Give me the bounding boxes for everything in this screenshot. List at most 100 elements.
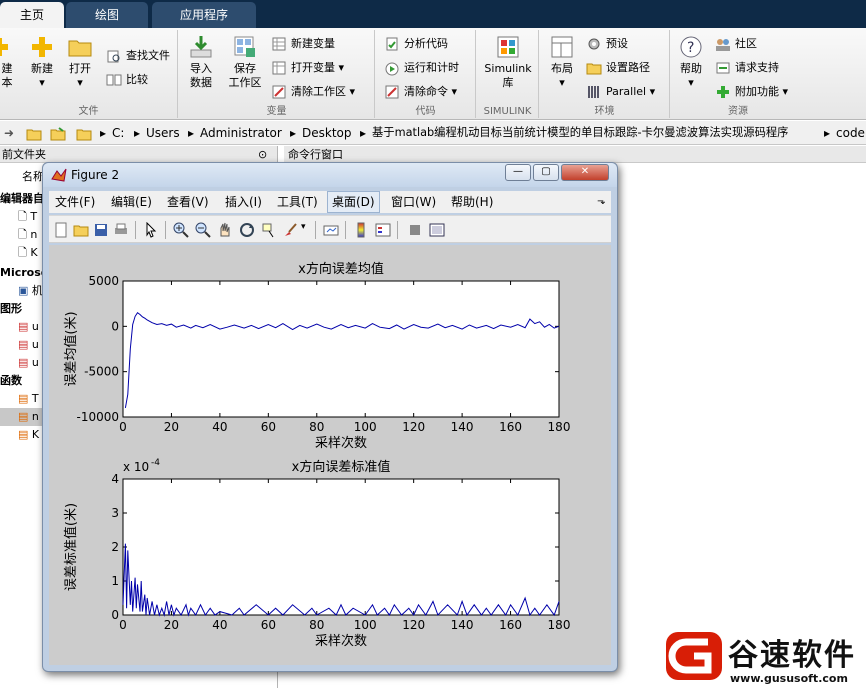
rotate-icon[interactable]	[239, 222, 255, 238]
import-data-button[interactable]: 导入 数据	[181, 34, 221, 90]
list-item[interactable]: ▤ u	[18, 318, 39, 336]
new-figure-icon[interactable]	[53, 222, 69, 238]
name-column-header[interactable]: 名称	[22, 168, 44, 186]
tab-apps[interactable]: 应用程序	[152, 2, 256, 28]
breadcrumb-users[interactable]: Users	[146, 121, 180, 145]
hide-plot-tools-icon[interactable]	[407, 222, 423, 238]
menu-desktop[interactable]: 桌面(D)	[327, 191, 380, 213]
list-item[interactable]: ▤ K	[18, 426, 39, 444]
breadcrumb-code[interactable]: code	[836, 121, 865, 145]
menu-insert[interactable]: 插入(I)	[221, 191, 266, 213]
current-folder-title: 前文件夹	[2, 148, 46, 161]
command-window-header: 命令行窗口	[284, 146, 866, 163]
set-path-button[interactable]: 设置路径	[586, 58, 650, 78]
browse-folder-icon[interactable]	[50, 121, 66, 145]
dock-arrow-icon[interactable]: ⬎	[593, 191, 609, 213]
breadcrumb-project-folder[interactable]: 基于matlab编程机动目标当前统计模型的单目标跟踪-卡尔曼滤波算法实现源码程序	[372, 121, 788, 145]
menu-tools[interactable]: 工具(T)	[273, 191, 322, 213]
open-file-icon[interactable]	[73, 222, 89, 238]
print-icon[interactable]	[113, 222, 129, 238]
simulink-section-label: SIMULINK	[483, 106, 532, 117]
tab-home[interactable]: 主页	[0, 2, 64, 28]
y-tick-label: 0	[111, 608, 119, 622]
preferences-button[interactable]: 预设	[586, 34, 628, 54]
tab-plots[interactable]: 绘图	[66, 2, 148, 28]
parallel-button[interactable]: Parallel ▾	[586, 82, 655, 102]
breadcrumb-administrator[interactable]: Administrator	[200, 121, 282, 145]
file-section-label: 文件	[78, 106, 99, 117]
help-button[interactable]: ? 帮助 ▾	[673, 34, 709, 90]
menu-view[interactable]: 查看(V)	[163, 191, 213, 213]
run-and-time-button[interactable]: 运行和计时	[384, 58, 459, 78]
new-variable-button[interactable]: 新建变量	[271, 34, 335, 54]
zoom-in-icon[interactable]	[173, 222, 189, 238]
list-item[interactable]: ▣ 机	[18, 282, 43, 300]
breadcrumb-drive[interactable]: C:	[112, 121, 124, 145]
compare-button[interactable]: 比较	[106, 70, 148, 90]
list-item-selected[interactable]: ▤ n	[0, 408, 44, 426]
new-script-label-1: 建	[1, 62, 13, 75]
maximize-button[interactable]: ▢	[533, 164, 559, 181]
breadcrumb-desktop[interactable]: Desktop	[302, 121, 352, 145]
new-button[interactable]: 新建 ▾	[24, 34, 60, 90]
data-cursor-icon[interactable]	[261, 222, 277, 238]
figure-titlebar[interactable]: Figure 2 — ▢ ✕	[43, 163, 617, 187]
menu-window[interactable]: 窗口(W)	[387, 191, 440, 213]
find-files-button[interactable]: 查找文件	[106, 46, 170, 66]
pan-icon[interactable]	[217, 222, 233, 238]
colorbar-icon[interactable]	[353, 222, 369, 238]
addons-button[interactable]: 附加功能 ▾	[715, 82, 788, 102]
matlab-logo-icon	[51, 167, 67, 191]
list-item-label: K	[31, 428, 40, 441]
panel-menu-icon[interactable]: ⊙	[258, 146, 267, 163]
save-icon[interactable]	[93, 222, 109, 238]
chevron-down-icon: ▾	[77, 76, 83, 89]
legend-icon[interactable]	[375, 222, 391, 238]
figure-file-icon: ▤	[18, 320, 29, 333]
word-doc-icon: ▣	[18, 284, 29, 297]
file-icon: 🗋	[18, 246, 27, 259]
list-item[interactable]: 🗋 n	[18, 226, 37, 244]
community-button[interactable]: 社区	[715, 34, 757, 54]
clear-commands-button[interactable]: 清除命令 ▾	[384, 82, 457, 102]
minimize-button[interactable]: —	[505, 164, 531, 181]
open-variable-button[interactable]: 打开变量 ▾	[271, 58, 344, 78]
brush-icon[interactable]	[283, 222, 299, 238]
menu-help[interactable]: 帮助(H)	[447, 191, 497, 213]
menu-file[interactable]: 文件(F)	[51, 191, 99, 213]
list-item[interactable]: ▤ u	[18, 354, 39, 372]
close-button[interactable]: ✕	[561, 164, 609, 181]
simulink-library-button[interactable]: Simulink 库	[481, 34, 535, 90]
y-tick-label: 5000	[88, 274, 119, 288]
open-button[interactable]: 打开 ▾	[62, 34, 98, 90]
find-files-label: 查找文件	[126, 49, 170, 62]
list-item[interactable]: 🗋 K	[18, 244, 38, 262]
save-workspace-button[interactable]: 保存 工作区	[223, 34, 267, 90]
x-tick-label: 20	[164, 420, 179, 434]
pointer-icon[interactable]	[143, 221, 159, 238]
request-support-button[interactable]: 请求支持	[715, 58, 779, 78]
code-section: 分析代码 运行和计时 清除命令 ▾ 代码	[376, 30, 476, 118]
analyze-code-button[interactable]: 分析代码	[384, 34, 448, 54]
up-folder-icon[interactable]	[26, 121, 42, 145]
file-icon: 🗋	[18, 228, 27, 241]
back-arrow-icon[interactable]: ➜	[4, 121, 14, 145]
y-tick-label: -10000	[76, 410, 119, 424]
show-plot-tools-icon[interactable]	[429, 222, 445, 238]
mfile-icon: ▤	[18, 428, 29, 441]
chevron-down-icon[interactable]: ▾	[301, 222, 311, 238]
gususoft-logo-icon	[666, 632, 722, 680]
layout-icon	[549, 34, 575, 60]
menu-edit[interactable]: 编辑(E)	[107, 191, 156, 213]
list-item-label: n	[30, 228, 38, 241]
list-item[interactable]: ▤ u	[18, 336, 39, 354]
simulink-label-1: Simulink	[484, 62, 532, 75]
link-plot-icon[interactable]	[323, 222, 339, 238]
clear-workspace-button[interactable]: 清除工作区 ▾	[271, 82, 355, 102]
list-item[interactable]: 🗋 T	[18, 208, 37, 226]
layout-button[interactable]: 布局 ▾	[544, 34, 580, 90]
new-script-button[interactable]: 建 本	[0, 34, 18, 90]
save-label-2: 工作区	[228, 76, 262, 89]
list-item[interactable]: ▤ T	[18, 390, 39, 408]
zoom-out-icon[interactable]	[195, 222, 211, 238]
